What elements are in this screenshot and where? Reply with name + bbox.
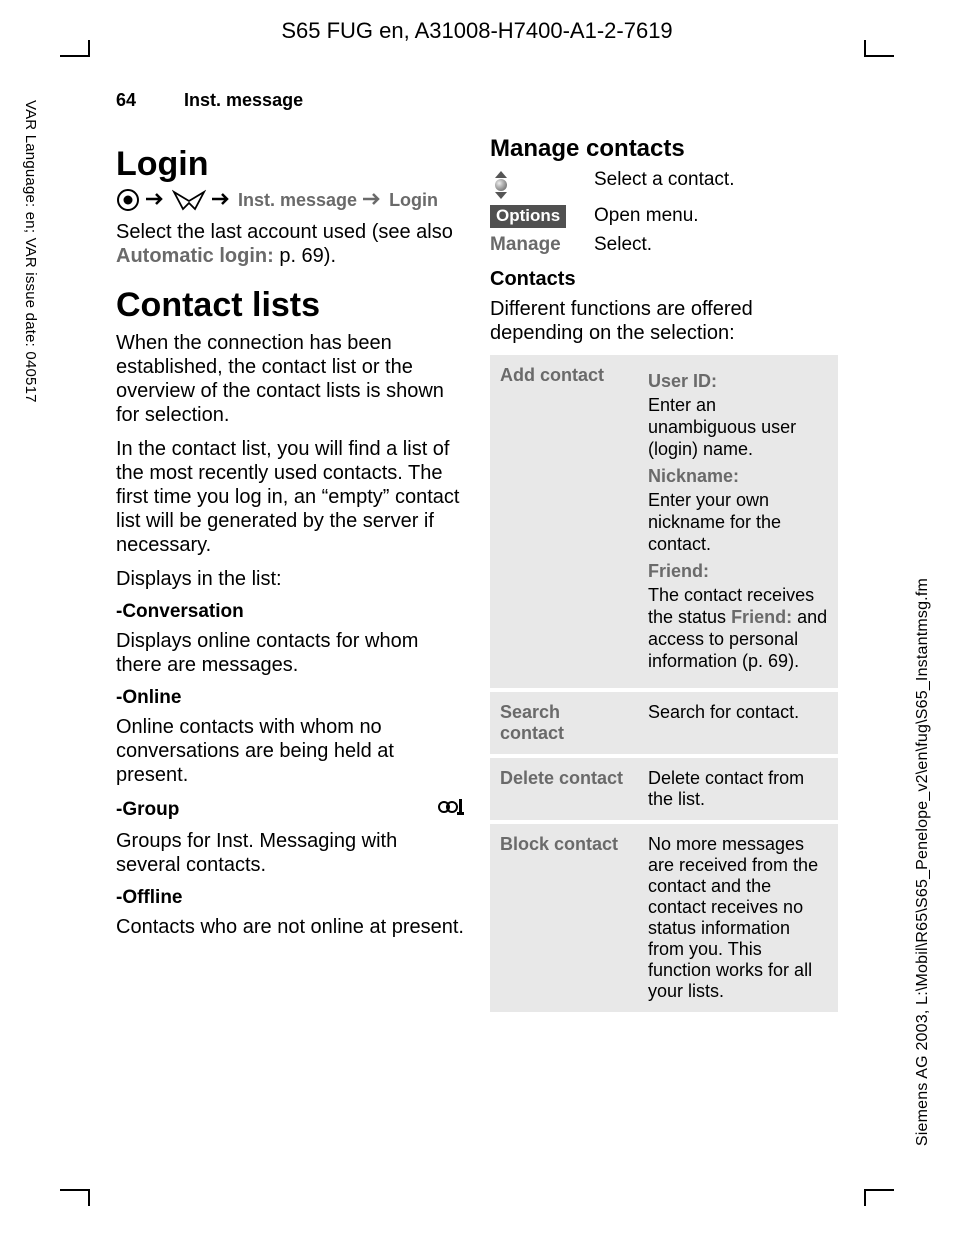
table-row: Search contact Search for contact. bbox=[490, 690, 838, 756]
menu-key-icon bbox=[116, 188, 140, 212]
text: Enter an unambiguous user (login) name. bbox=[648, 394, 828, 460]
scroll-key-icon bbox=[490, 169, 512, 199]
menu-nav-path: Inst. message Login bbox=[116, 188, 464, 212]
label-friend: Friend: bbox=[648, 561, 828, 582]
subhead-offline: -Offline bbox=[116, 887, 464, 909]
heading-manage-contacts: Manage contacts bbox=[490, 135, 838, 163]
label-manage: Manage bbox=[490, 234, 576, 256]
running-title: Inst. message bbox=[184, 90, 303, 111]
heading-contact-lists: Contact lists bbox=[116, 286, 464, 325]
text: Select the last account used (see also bbox=[116, 221, 453, 243]
softkey-options: Options bbox=[490, 205, 566, 228]
cell-search-contact: Search contact bbox=[490, 690, 638, 756]
arrow-icon bbox=[212, 190, 232, 211]
side-note-right: Siemens AG 2003, L:\Mobil\R65\S65_Penelo… bbox=[914, 578, 932, 1146]
subhead-group-row: -Group bbox=[116, 797, 464, 823]
subhead-group: -Group bbox=[116, 799, 179, 821]
right-column: Manage contacts Select a contact. Option… bbox=[490, 135, 838, 1012]
provider-icon bbox=[434, 797, 464, 823]
text-automatic-login: Automatic login: bbox=[116, 245, 274, 267]
functions-table: Add contact User ID: Enter an unambiguou… bbox=[490, 355, 838, 1012]
cell-delete-contact: Delete contact bbox=[490, 756, 638, 822]
arrow-icon bbox=[146, 190, 166, 211]
login-paragraph: Select the last account used (see also A… bbox=[116, 220, 464, 268]
paragraph-connection: When the connection has been established… bbox=[116, 331, 464, 427]
running-head: 64 Inst. message bbox=[116, 90, 838, 111]
paragraph-displays: Displays in the list: bbox=[116, 567, 464, 591]
paragraph-conversation: Displays online contacts for whom there … bbox=[116, 629, 464, 677]
cell-add-contact: Add contact bbox=[490, 355, 638, 690]
label-nickname: Nickname: bbox=[648, 466, 828, 487]
arrow-icon bbox=[363, 190, 383, 211]
paragraph-group: Groups for Inst. Messaging with several … bbox=[116, 829, 464, 877]
step-text: Select a contact. bbox=[594, 169, 734, 191]
paragraph-functions: Different functions are offered dependin… bbox=[490, 297, 838, 345]
page-number: 64 bbox=[116, 90, 136, 111]
nav-item-login: Login bbox=[389, 190, 438, 211]
text: The contact receives the status Friend: … bbox=[648, 584, 828, 672]
table-row: Block contact No more messages are recei… bbox=[490, 822, 838, 1012]
text-friend-inline: Friend: bbox=[731, 607, 792, 627]
doc-header: S65 FUG en, A31008-H7400-A1-2-7619 bbox=[0, 0, 954, 44]
cell-block-contact: Block contact bbox=[490, 822, 638, 1012]
label-user-id: User ID: bbox=[648, 371, 828, 392]
cell-block-desc: No more messages are received from the c… bbox=[638, 822, 838, 1012]
cell-add-contact-desc: User ID: Enter an unambiguous user (logi… bbox=[638, 355, 838, 690]
cell-delete-desc: Delete contact from the list. bbox=[638, 756, 838, 822]
text: Enter your own nickname for the contact. bbox=[648, 489, 828, 555]
nav-item-inst-message: Inst. message bbox=[238, 190, 357, 211]
step-options: Options Open menu. bbox=[490, 205, 838, 228]
subhead-conversation: -Conversation bbox=[116, 601, 464, 623]
step-manage: Manage Select. bbox=[490, 234, 838, 256]
subhead-online: -Online bbox=[116, 687, 464, 709]
paragraph-offline: Contacts who are not online at present. bbox=[116, 915, 464, 939]
left-column: Login Inst. message Login bbox=[116, 135, 464, 1012]
cell-search-desc: Search for contact. bbox=[638, 690, 838, 756]
envelope-icon bbox=[172, 189, 206, 211]
step-select-contact: Select a contact. bbox=[490, 169, 838, 199]
paragraph-online: Online contacts with whom no conversatio… bbox=[116, 715, 464, 787]
heading-login: Login bbox=[116, 145, 464, 184]
subhead-contacts: Contacts bbox=[490, 268, 838, 291]
text: p. 69). bbox=[274, 245, 336, 267]
side-note-left: VAR Language: en; VAR issue date: 040517 bbox=[22, 100, 39, 403]
step-text: Open menu. bbox=[594, 205, 699, 227]
table-row: Add contact User ID: Enter an unambiguou… bbox=[490, 355, 838, 690]
step-text: Select. bbox=[594, 234, 652, 256]
paragraph-list: In the contact list, you will find a lis… bbox=[116, 437, 464, 557]
table-row: Delete contact Delete contact from the l… bbox=[490, 756, 838, 822]
